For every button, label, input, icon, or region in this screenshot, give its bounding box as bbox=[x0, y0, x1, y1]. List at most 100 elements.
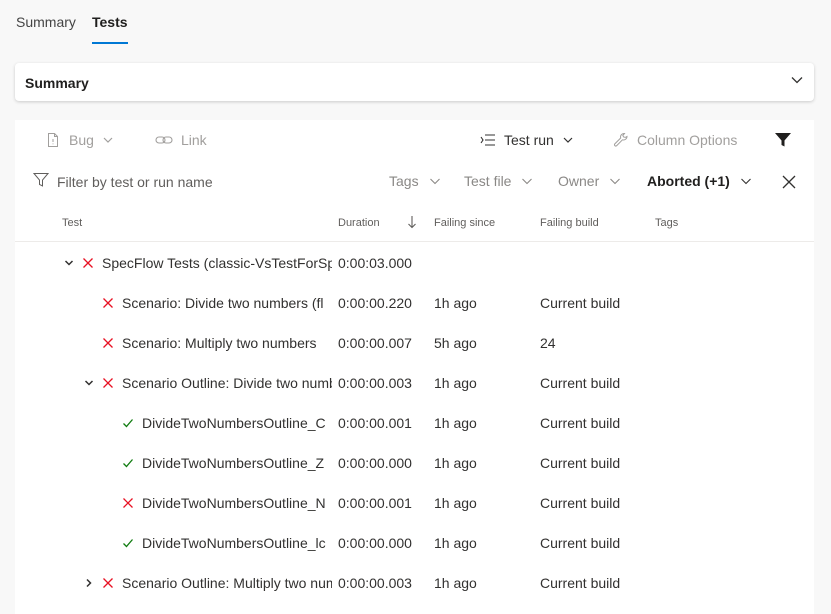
chevron-down-icon[interactable] bbox=[84, 378, 94, 388]
test-name: DivideTwoNumbersOutline_N bbox=[142, 495, 326, 511]
table-row[interactable]: DivideTwoNumbersOutline_Z 0:00:00.000 1h a… bbox=[15, 443, 814, 483]
failing-build: Current build bbox=[540, 415, 621, 431]
table-row[interactable]: Scenario: Divide two numbers (fl 0:00:00.… bbox=[15, 283, 814, 323]
failed-icon bbox=[103, 578, 113, 588]
table-row[interactable]: DivideTwoNumbersOutline_C 0:00:00.001 1h a… bbox=[15, 403, 814, 443]
column-header-failing-build[interactable]: Failing build bbox=[540, 217, 599, 229]
tab-bar: Summary Tests bbox=[0, 0, 831, 52]
chevron-down-icon[interactable] bbox=[64, 258, 74, 268]
chevron-down-icon bbox=[103, 137, 113, 143]
filter-bar: Tags Test file Owner Aborted (+1) bbox=[15, 164, 814, 200]
test-duration: 0:00:00.000 bbox=[338, 535, 412, 551]
outcome-filter-label: Aborted (+1) bbox=[647, 173, 730, 189]
tags-filter-label: Tags bbox=[389, 173, 419, 189]
link-button[interactable]: Link bbox=[155, 130, 207, 150]
failing-since: 1h ago bbox=[434, 495, 477, 511]
test-file-filter-label: Test file bbox=[464, 173, 512, 189]
bug-icon bbox=[48, 133, 58, 147]
table-header: Test Duration Failing since Failing buil… bbox=[15, 212, 814, 242]
outcome-filter-dropdown[interactable]: Aborted (+1) bbox=[647, 173, 752, 189]
failing-build: Current build bbox=[540, 535, 621, 551]
failing-since: 1h ago bbox=[434, 415, 477, 431]
chevron-down-icon bbox=[791, 77, 803, 84]
filter-icon bbox=[775, 133, 791, 147]
column-header-failing-since[interactable]: Failing since bbox=[434, 217, 495, 229]
test-name: Scenario: Multiply two numbers bbox=[122, 335, 317, 351]
test-duration: 0:00:00.000 bbox=[338, 455, 412, 471]
failing-build: Current build bbox=[540, 575, 621, 591]
test-duration: 0:00:00.001 bbox=[338, 495, 412, 511]
chevron-down-icon bbox=[740, 178, 751, 185]
tab-tests[interactable]: Tests bbox=[92, 14, 128, 46]
test-duration: 0:00:00.220 bbox=[338, 295, 412, 311]
test-run-label: Test run bbox=[504, 132, 554, 148]
failed-icon bbox=[103, 378, 113, 388]
failing-build: 24 bbox=[540, 335, 556, 351]
test-duration: 0:00:03.000 bbox=[338, 255, 412, 271]
column-options-button[interactable]: Column Options bbox=[613, 130, 737, 150]
test-duration: 0:00:00.003 bbox=[338, 575, 412, 591]
toolbar: Bug Link Test run Column Options bbox=[15, 120, 814, 156]
test-name: Scenario: Divide two numbers (fl bbox=[122, 295, 324, 311]
failing-since: 1h ago bbox=[434, 375, 477, 391]
table-row[interactable]: SpecFlow Tests (classic-VsTestForSpecFlo… bbox=[15, 243, 814, 283]
test-duration: 0:00:00.003 bbox=[338, 375, 412, 391]
failed-icon bbox=[83, 258, 93, 268]
table-row[interactable]: Scenario Outline: Multiply two numbers 0:… bbox=[15, 563, 814, 603]
test-file-filter-dropdown[interactable]: Test file bbox=[464, 173, 533, 189]
column-header-test[interactable]: Test bbox=[62, 217, 82, 229]
failing-build: Current build bbox=[540, 495, 621, 511]
summary-section-header[interactable]: Summary bbox=[15, 63, 814, 101]
failing-build: Current build bbox=[540, 375, 621, 391]
passed-icon bbox=[123, 539, 133, 548]
summary-section-title: Summary bbox=[25, 75, 89, 91]
failed-icon bbox=[103, 298, 113, 308]
table-row[interactable]: DivideTwoNumbersOutline_lc 0:00:00.000 1h … bbox=[15, 523, 814, 563]
column-header-tags[interactable]: Tags bbox=[655, 217, 678, 229]
passed-icon bbox=[123, 419, 133, 428]
filter-icon bbox=[33, 173, 49, 187]
failing-since: 5h ago bbox=[434, 335, 477, 351]
test-name: DivideTwoNumbersOutline_lc bbox=[142, 535, 326, 551]
bug-label: Bug bbox=[69, 132, 94, 148]
test-name: Scenario Outline: Multiply two numbers bbox=[122, 575, 332, 591]
wrench-icon bbox=[613, 133, 628, 147]
failing-build: Current build bbox=[540, 295, 621, 311]
link-label: Link bbox=[181, 132, 207, 148]
column-header-duration[interactable]: Duration bbox=[338, 217, 380, 229]
passed-icon bbox=[123, 459, 133, 468]
owner-filter-label: Owner bbox=[558, 173, 600, 189]
chevron-down-icon bbox=[522, 178, 533, 185]
chevron-down-icon bbox=[429, 178, 440, 185]
link-icon bbox=[155, 136, 173, 144]
table-row[interactable]: Scenario Outline: Divide two numbers 0:00… bbox=[15, 363, 814, 403]
failing-since: 1h ago bbox=[434, 455, 477, 471]
chevron-right-icon[interactable] bbox=[84, 578, 94, 588]
failing-build: Current build bbox=[540, 455, 621, 471]
close-icon[interactable] bbox=[781, 174, 797, 190]
test-name: DivideTwoNumbersOutline_Z bbox=[142, 455, 325, 471]
test-results-panel: Bug Link Test run Column Options Tags Te… bbox=[15, 120, 814, 614]
filter-toggle-button[interactable] bbox=[774, 130, 792, 150]
test-run-dropdown[interactable]: Test run bbox=[480, 130, 574, 150]
owner-filter-dropdown[interactable]: Owner bbox=[558, 173, 621, 189]
filter-input[interactable] bbox=[57, 171, 357, 193]
table-row[interactable]: DivideTwoNumbersOutline_N 0:00:00.001 1h a… bbox=[15, 483, 814, 523]
sort-descending-icon[interactable] bbox=[407, 215, 417, 229]
failed-icon bbox=[123, 498, 133, 508]
failed-icon bbox=[103, 338, 113, 348]
failing-since: 1h ago bbox=[434, 575, 477, 591]
test-duration: 0:00:00.007 bbox=[338, 335, 412, 351]
bug-button[interactable]: Bug bbox=[45, 130, 114, 150]
tags-filter-dropdown[interactable]: Tags bbox=[389, 173, 441, 189]
chevron-down-icon bbox=[563, 137, 573, 143]
tab-summary[interactable]: Summary bbox=[16, 14, 76, 46]
failing-since: 1h ago bbox=[434, 535, 477, 551]
test-name: SpecFlow Tests (classic-VsTestForSpecFlo… bbox=[102, 255, 332, 271]
column-options-label: Column Options bbox=[637, 132, 738, 148]
table-row[interactable]: Scenario: Multiply two numbers 0:00:00.00… bbox=[15, 323, 814, 363]
test-name: Scenario Outline: Divide two numbers bbox=[122, 375, 332, 391]
test-name: DivideTwoNumbersOutline_C bbox=[142, 415, 326, 431]
failing-since: 1h ago bbox=[434, 295, 477, 311]
chevron-down-icon bbox=[610, 178, 621, 185]
